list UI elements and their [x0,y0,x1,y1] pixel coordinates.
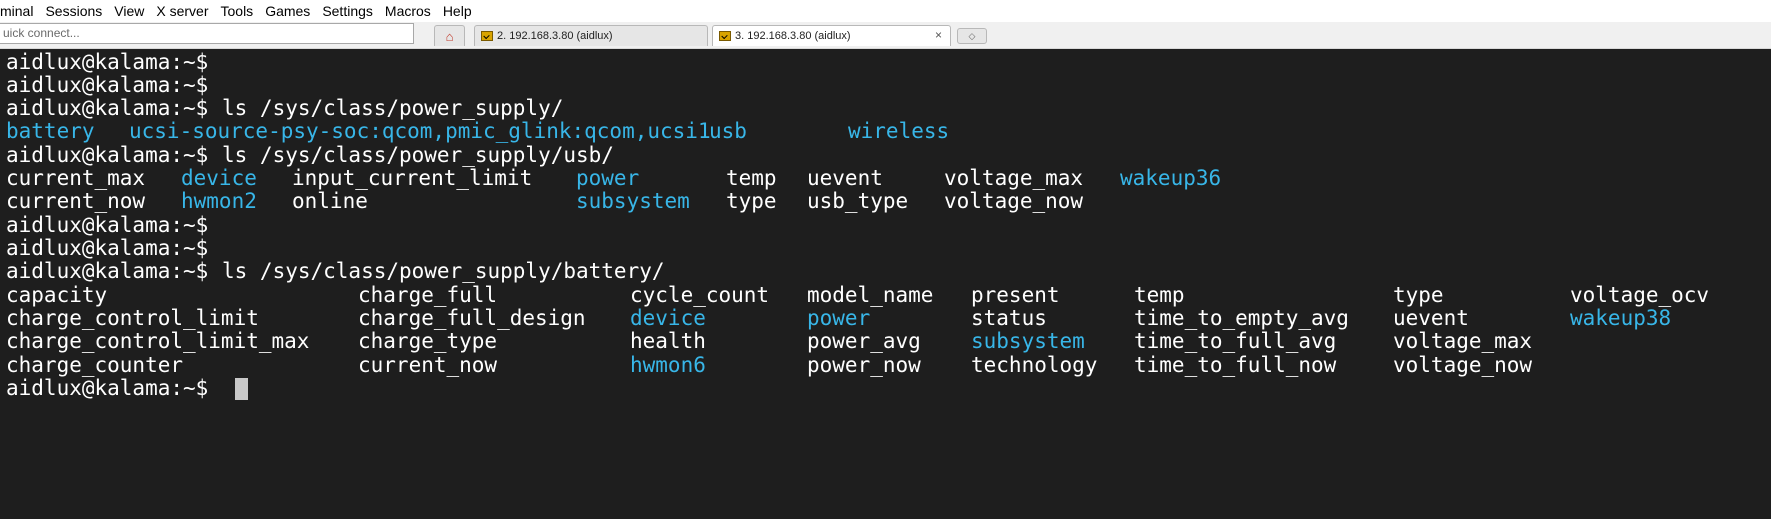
menu-macros[interactable]: Macros [380,0,438,22]
file-entry: health [630,329,706,353]
quick-connect-input[interactable]: uick connect... [0,23,414,44]
dir-entry: wireless [848,119,950,143]
session-tab-label: 2. 192.168.3.80 (aidlux) [497,30,613,42]
menu-help[interactable]: Help [438,0,479,22]
home-tab[interactable]: ⌂ [434,25,465,46]
file-entry: current_now [358,353,498,377]
session-toolbar: uick connect... ⌂ 2. 192.168.3.80 (aidlu… [0,22,1771,49]
menu-games[interactable]: Games [260,0,317,22]
file-entry: charge_type [358,329,498,353]
terminal-icon [719,31,731,41]
terminal-line: aidlux@kalama:~$ ls /sys/class/power_sup… [6,258,665,284]
file-entry: technology [971,353,1098,377]
menu-bar: minal Sessions View X server Tools Games… [0,0,1771,22]
session-tab-3[interactable]: 3. 192.168.3.80 (aidlux) × [712,25,951,46]
dir-entry: battery [6,119,95,143]
file-entry: voltage_max [1393,329,1533,353]
session-tab-2[interactable]: 2. 192.168.3.80 (aidlux) [474,25,708,46]
dir-entry: hwmon6 [630,353,706,377]
dir-entry: usb [709,119,747,143]
file-entry: time_to_full_avg [1134,329,1337,353]
prompt: aidlux@kalama:~$ [6,376,209,400]
file-entry: usb_type [807,189,909,213]
menu-tools[interactable]: Tools [216,0,261,22]
file-entry: power_avg [807,329,921,353]
file-entry: type [726,189,777,213]
new-tab-icon: ◇ [968,30,976,41]
new-tab-button[interactable]: ◇ [957,28,987,44]
dir-entry: hwmon2 [181,189,257,213]
menu-view[interactable]: View [109,0,151,22]
file-entry: time_to_full_now [1134,353,1337,377]
dir-entry: subsystem [576,189,690,213]
menu-settings[interactable]: Settings [317,0,380,22]
home-icon: ⌂ [445,28,454,44]
terminal-line: battery ucsi-source-psy-soc:qcom,pmic_gl… [6,118,949,144]
file-entry: current_now [6,189,146,213]
file-entry: online [292,189,368,213]
dir-entry: wakeup36 [1120,166,1222,190]
session-tab-label: 3. 192.168.3.80 (aidlux) [735,30,851,42]
command-text: ls /sys/class/power_supply/battery/ [222,259,665,283]
dir-entry: subsystem [971,329,1085,353]
close-tab-icon[interactable]: × [935,28,942,42]
menu-xserver[interactable]: X server [151,0,215,22]
terminal-icon [481,31,493,41]
file-entry: charge_control_limit_max [6,329,310,353]
terminal-line: charge_control_limit_max charge_type hea… [6,328,1532,354]
menu-terminal[interactable]: minal [0,0,40,22]
dir-entry: wakeup38 [1570,306,1672,330]
terminal-cursor [235,378,248,400]
terminal-line: current_now hwmon2 online subsystem type… [6,188,1083,214]
menu-sessions[interactable]: Sessions [40,0,109,22]
prompt: aidlux@kalama:~$ [6,259,209,283]
file-entry: voltage_now [944,189,1084,213]
terminal-line: aidlux@kalama:~$ [6,375,248,401]
terminal-output[interactable]: aidlux@kalama:~$ aidlux@kalama:~$ aidlux… [0,49,1771,519]
file-entry: power_now [807,353,921,377]
file-entry: voltage_now [1393,353,1533,377]
dir-entry: ucsi-source-psy-soc:qcom,pmic_glink:qcom… [129,119,711,143]
